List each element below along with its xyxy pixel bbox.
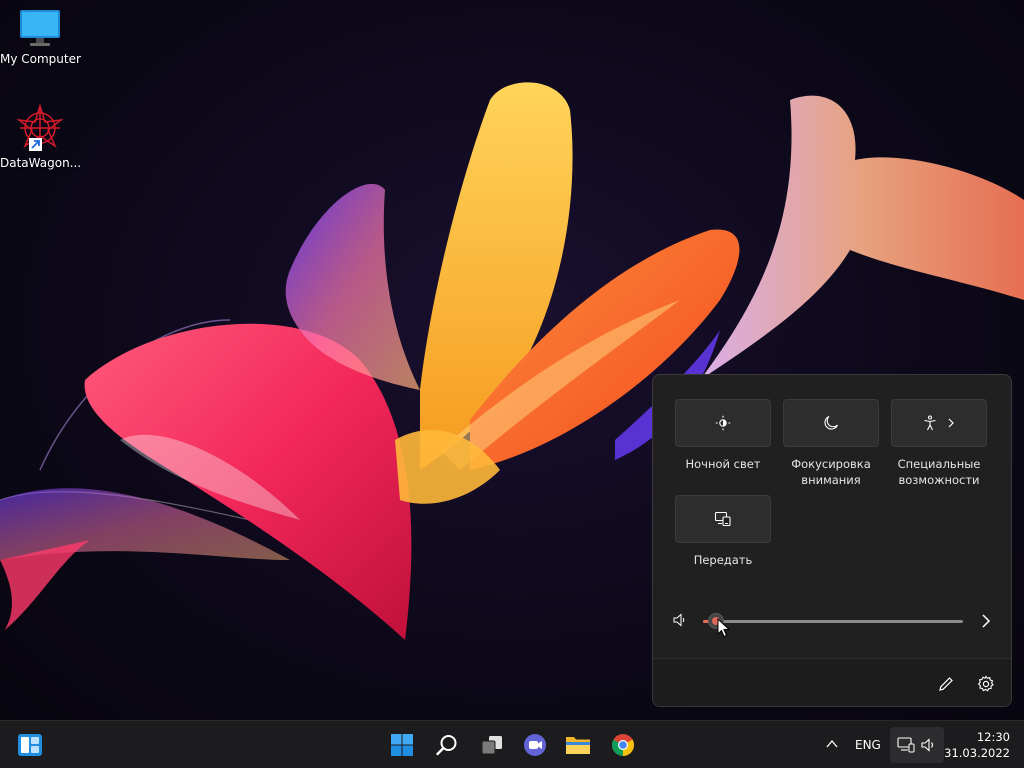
teams-chat-button[interactable] — [521, 731, 549, 759]
chevron-right-icon[interactable] — [979, 613, 993, 629]
widgets-icon — [18, 734, 42, 756]
tile-focus-assist[interactable]: Фокусировка внимания — [783, 399, 879, 488]
search-button[interactable] — [433, 731, 461, 759]
taskbar: ENG 12:30 31.03.2022 — [0, 720, 1024, 768]
volume-slider-track[interactable] — [703, 620, 963, 623]
accessibility-toggle[interactable] — [891, 399, 987, 447]
monitor-icon — [20, 10, 60, 46]
chat-icon — [524, 734, 546, 756]
brightness-icon — [715, 415, 731, 431]
quick-settings-panel: Ночной свет Фокусировка внимания Специал — [652, 374, 1012, 707]
tile-accessibility[interactable]: Специальные возможности — [891, 399, 987, 488]
chevron-up-icon[interactable] — [826, 739, 838, 749]
night-light-toggle[interactable] — [675, 399, 771, 447]
windows-logo-icon — [391, 734, 413, 756]
tile-label: Передать — [693, 553, 753, 567]
tile-label: Специальные возможности — [897, 457, 981, 487]
tile-cast[interactable]: Передать — [675, 495, 771, 568]
network-icon — [897, 737, 915, 753]
desktop-icon-my-computer[interactable]: My Computer — [0, 8, 81, 66]
language-indicator[interactable]: ENG — [855, 738, 881, 752]
widgets-button[interactable] — [16, 731, 44, 759]
desktop-icon-label: My Computer — [0, 52, 81, 66]
tile-label: Ночной свет — [685, 457, 761, 471]
moon-icon — [824, 415, 839, 430]
search-icon — [436, 735, 457, 756]
chrome-button[interactable] — [609, 731, 637, 759]
desktop-icon-datawagon[interactable]: DataWagon... — [0, 104, 82, 170]
tile-label: Фокусировка внимания — [791, 457, 871, 487]
speaker-icon — [921, 738, 934, 752]
accessibility-icon — [924, 415, 936, 431]
clock[interactable]: 12:30 31.03.2022 — [944, 729, 1010, 761]
cast-toggle[interactable] — [675, 495, 771, 543]
start-button[interactable] — [388, 731, 416, 759]
tile-night-light[interactable]: Ночной свет — [675, 399, 771, 472]
folder-icon — [566, 737, 590, 754]
gear-icon[interactable] — [977, 675, 995, 693]
mouse-pointer-icon — [717, 618, 731, 638]
datawagon-logo-icon — [16, 104, 64, 151]
pencil-icon[interactable] — [937, 675, 955, 693]
file-explorer-button[interactable] — [564, 731, 592, 759]
clock-time: 12:30 — [976, 730, 1010, 744]
task-view-icon — [481, 736, 502, 755]
chrome-icon — [612, 734, 634, 756]
focus-assist-toggle[interactable] — [783, 399, 879, 447]
desktop-icon-label: DataWagon... — [0, 156, 82, 170]
network-volume-tray-button[interactable] — [890, 727, 944, 763]
speaker-icon[interactable] — [673, 613, 687, 627]
clock-date: 31.03.2022 — [944, 746, 1010, 760]
task-view-button[interactable] — [478, 731, 506, 759]
chevron-right-icon — [948, 418, 954, 428]
quick-settings-footer — [653, 658, 1011, 706]
cast-icon — [714, 511, 731, 527]
